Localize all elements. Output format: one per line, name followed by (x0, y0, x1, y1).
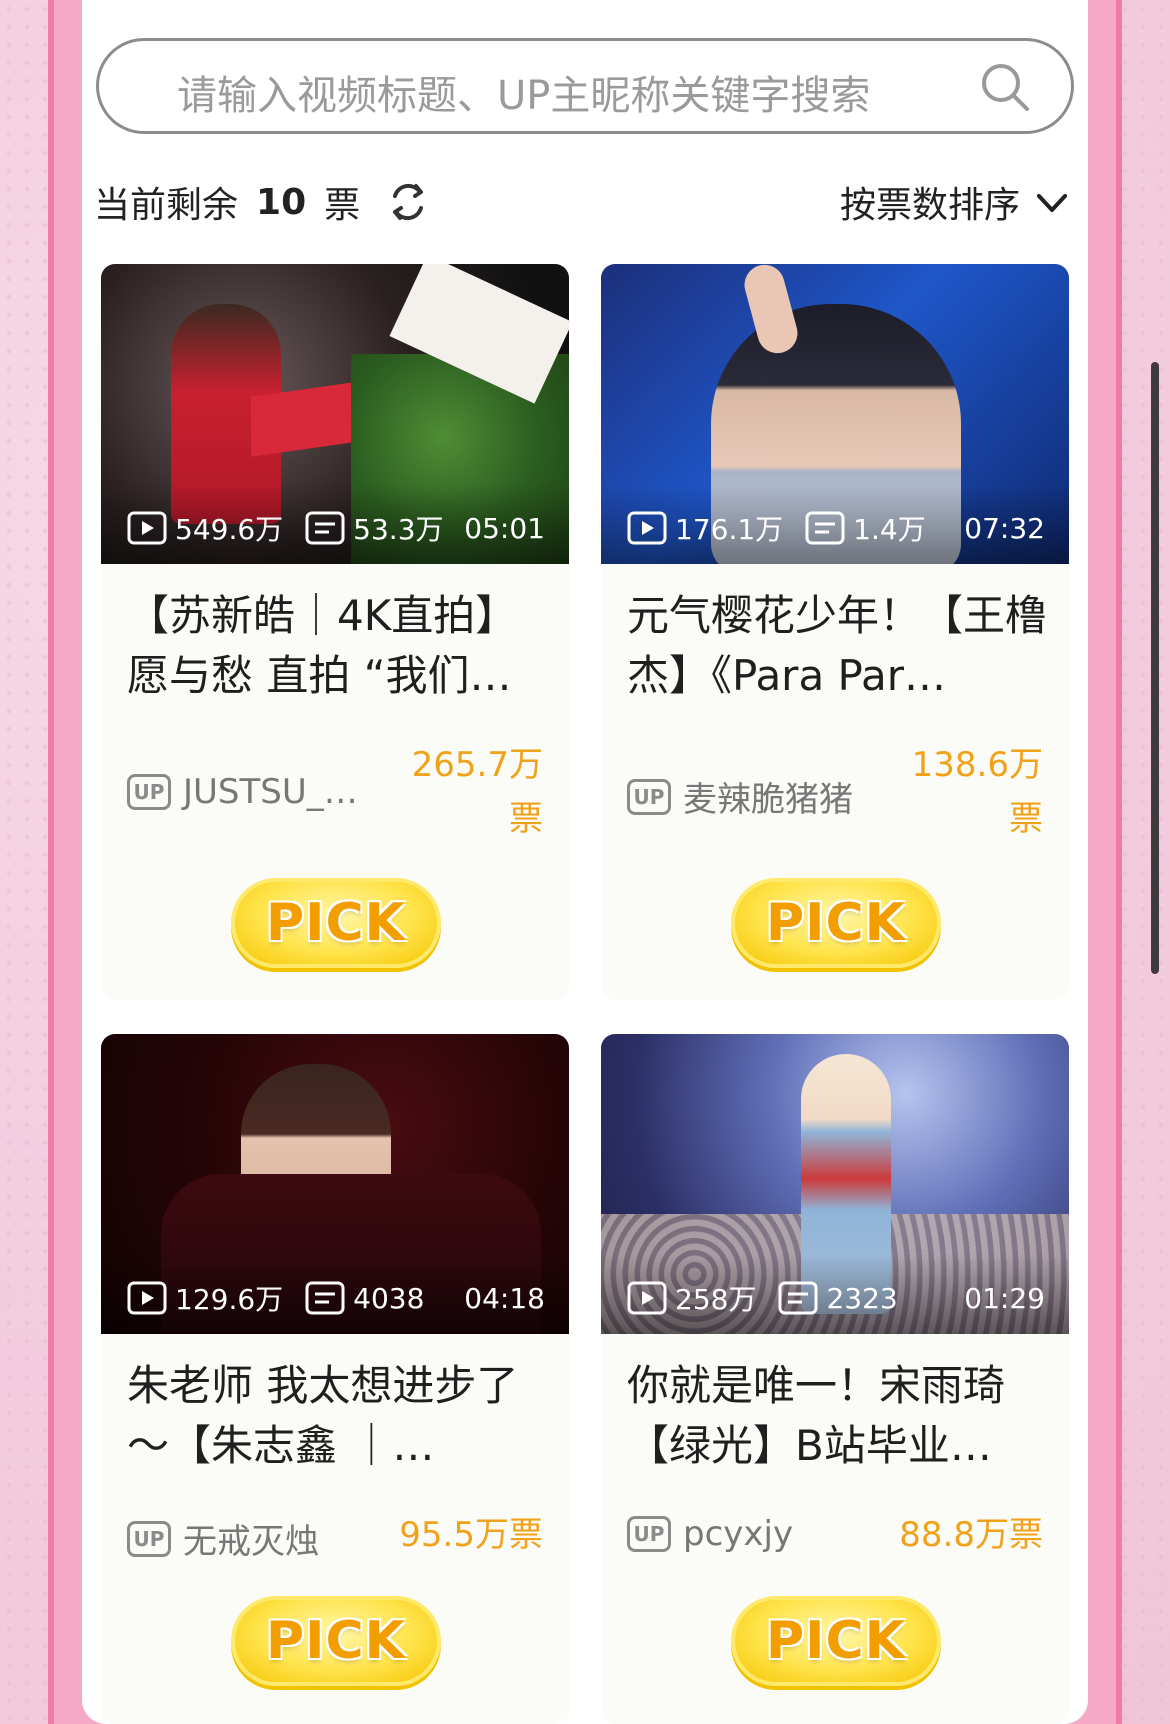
video-thumbnail[interactable]: 258万 2323 01:29 (601, 1034, 1069, 1334)
video-duration: 04:18 (464, 1281, 545, 1315)
uploader-name: 无戒灭烛 (183, 1522, 319, 1562)
pick-button[interactable]: PICK (231, 1596, 441, 1686)
video-card[interactable]: 176.1万 1.4万 07:32 元气樱花少年！【王橹杰】《Para Par…… (601, 264, 1069, 1000)
vote-count: 265.7万 票 (412, 738, 543, 846)
up-badge: UP (627, 778, 671, 815)
vote-count-value: 88.8万票 (899, 1515, 1043, 1555)
video-card[interactable]: 549.6万 53.3万 05:01 【苏新皓｜4K直拍】愿与愁 直拍 “我们…… (101, 264, 569, 1000)
play-count-icon (127, 511, 167, 545)
video-title[interactable]: 【苏新皓｜4K直拍】愿与愁 直拍 “我们… (127, 586, 547, 706)
pick-button[interactable]: PICK (731, 1596, 941, 1686)
search-icon[interactable] (977, 59, 1033, 115)
video-stats: 176.1万 1.4万 07:32 (627, 508, 1045, 548)
danmaku-icon (305, 1281, 345, 1315)
vote-count-value: 138.6万 (911, 745, 1043, 785)
video-thumbnail[interactable]: 129.6万 4038 04:18 (101, 1034, 569, 1334)
pick-button[interactable]: PICK (731, 878, 941, 968)
vote-count: 88.8万票 (899, 1508, 1043, 1562)
danmaku-count: 53.3万 (353, 513, 444, 546)
video-stats: 258万 2323 01:29 (627, 1278, 1045, 1318)
video-duration: 01:29 (964, 1281, 1045, 1315)
uploader-name: JUSTSU_… (183, 772, 358, 812)
play-count: 129.6万 (175, 1283, 284, 1316)
video-duration: 05:01 (464, 511, 545, 545)
up-badge: UP (627, 1516, 671, 1552)
video-title[interactable]: 你就是唯一！宋雨琦【绿光】B站毕业… (627, 1356, 1047, 1476)
video-stats: 129.6万 4038 04:18 (127, 1278, 545, 1318)
video-duration: 07:32 (964, 511, 1045, 545)
uploader-name: 麦辣脆猪猪 (683, 780, 853, 820)
danmaku-count: 1.4万 (853, 513, 926, 546)
remaining-votes-count: 10 (256, 181, 307, 223)
vote-count-unit: 票 (509, 799, 543, 839)
uploader[interactable]: UP pcyxjy (627, 1514, 793, 1554)
remaining-votes-label: 当前剩余 (94, 185, 239, 226)
video-thumbnail[interactable]: 176.1万 1.4万 07:32 (601, 264, 1069, 564)
vote-count-unit: 票 (1009, 799, 1043, 839)
uploader[interactable]: UP 麦辣脆猪猪 (627, 772, 853, 821)
vote-count: 138.6万 票 (912, 738, 1043, 846)
play-count: 176.1万 (675, 513, 784, 546)
pick-button[interactable]: PICK (231, 878, 441, 968)
play-count-icon (127, 1281, 167, 1315)
danmaku-count: 4038 (353, 1281, 425, 1315)
chevron-down-icon (1037, 194, 1067, 212)
scrollbar[interactable] (1151, 362, 1159, 974)
sort-dropdown[interactable]: 按票数排序 (840, 176, 1070, 228)
play-count-icon (627, 1281, 667, 1315)
remaining-votes-unit: 票 (324, 185, 361, 226)
video-stats: 549.6万 53.3万 05:01 (127, 508, 545, 548)
play-count: 549.6万 (175, 513, 284, 546)
video-card[interactable]: 129.6万 4038 04:18 朱老师 我太想进步了～【朱志鑫 ｜… UP … (101, 1034, 569, 1724)
video-thumbnail[interactable]: 549.6万 53.3万 05:01 (101, 264, 569, 564)
danmaku-count: 2323 (826, 1281, 898, 1315)
uploader-name: pcyxjy (683, 1514, 794, 1554)
vote-count: 95.5万票 (399, 1508, 543, 1562)
remaining-votes: 当前剩余 10 票 (94, 176, 430, 228)
video-title[interactable]: 元气樱花少年！【王橹杰】《Para Par… (627, 586, 1047, 706)
vote-count-value: 95.5万票 (399, 1515, 543, 1555)
video-card[interactable]: 258万 2323 01:29 你就是唯一！宋雨琦【绿光】B站毕业… UP pc… (601, 1034, 1069, 1724)
search-input[interactable]: 请输入视频标题、UP主昵称关键字搜索 (177, 63, 870, 121)
uploader[interactable]: UP JUSTSU_… (127, 772, 358, 812)
vote-count-value: 265.7万 (411, 745, 543, 785)
uploader[interactable]: UP 无戒灭烛 (127, 1514, 319, 1563)
play-count-icon (627, 511, 667, 545)
up-badge: UP (127, 1520, 171, 1557)
danmaku-icon (305, 511, 345, 545)
play-count: 258万 (675, 1283, 757, 1316)
refresh-icon[interactable] (386, 180, 430, 224)
video-title[interactable]: 朱老师 我太想进步了～【朱志鑫 ｜… (127, 1356, 547, 1476)
danmaku-icon (778, 1281, 818, 1315)
search-bar[interactable]: 请输入视频标题、UP主昵称关键字搜索 (96, 38, 1074, 134)
sort-label: 按票数排序 (839, 185, 1020, 226)
up-badge: UP (127, 774, 171, 810)
danmaku-icon (805, 511, 845, 545)
